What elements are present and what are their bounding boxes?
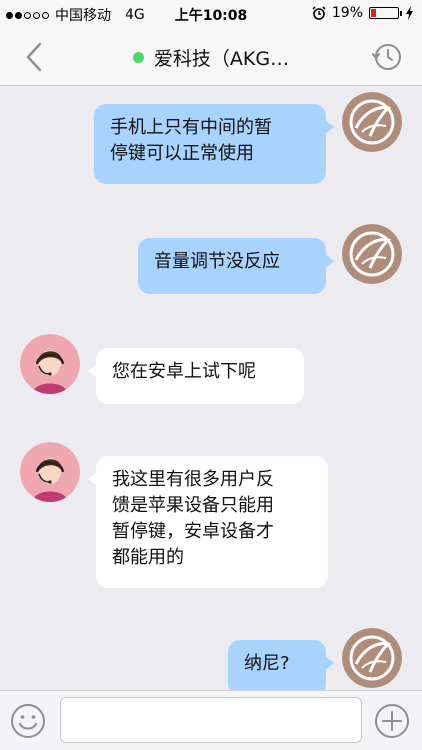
message-text: 纳尼? [244,653,290,674]
message-bubble-outgoing[interactable]: 纳尼? [228,640,334,690]
message-text: 我这里有很多用户反 馈是苹果设备只能用 暂停键，安卓设备才 都能用的 [112,469,274,568]
message-bubble-outgoing[interactable]: 手机上只有中间的暂 停键可以正常使用 [94,104,334,184]
user-avatar-icon [342,224,402,284]
chevron-left-icon[interactable] [20,40,50,74]
status-bar: 中国移动 4G 上午10:08 19% [0,0,422,28]
agent-avatar[interactable] [20,334,80,394]
message-text: 音量调节没反应 [154,251,280,272]
message-bubble-incoming[interactable]: 我这里有很多用户反 馈是苹果设备只能用 暂停键，安卓设备才 都能用的 [88,456,328,588]
my-avatar[interactable] [342,628,402,688]
message-text: 您在安卓上试下呢 [112,361,256,382]
alarm-clock-icon [312,6,326,20]
message-bubble-outgoing[interactable]: 音量调节没反应 [138,238,334,294]
chat-title-area[interactable]: 爱科技（AKG… [100,44,322,71]
my-avatar[interactable] [342,92,402,152]
clock-history-icon[interactable] [370,40,404,74]
agent-avatar[interactable] [20,442,80,502]
battery-percent: 19% [331,5,363,21]
battery-icon [369,7,402,19]
user-avatar-icon [342,628,402,688]
support-agent-avatar-icon [20,334,80,394]
message-input[interactable] [60,697,362,743]
chat-title: 爱科技（AKG… [153,48,290,70]
user-avatar-icon [342,92,402,152]
support-agent-avatar-icon [20,442,80,502]
battery-level [371,9,376,17]
online-status-indicator [132,52,144,63]
lightning-icon [406,6,413,20]
plus-circle-icon[interactable] [374,703,410,739]
my-avatar[interactable] [342,224,402,284]
nav-bar: 爱科技（AKG… [0,28,422,86]
chat-thread[interactable]: 手机上只有中间的暂 停键可以正常使用 音量调节没反应 您在安卓上试下呢 我这里有… [0,86,422,690]
status-right: 19% [312,5,414,21]
smiley-icon[interactable] [10,703,46,739]
message-text: 手机上只有中间的暂 停键可以正常使用 [110,117,272,164]
message-bubble-incoming[interactable]: 您在安卓上试下呢 [88,348,304,404]
message-input-bar [0,690,422,750]
